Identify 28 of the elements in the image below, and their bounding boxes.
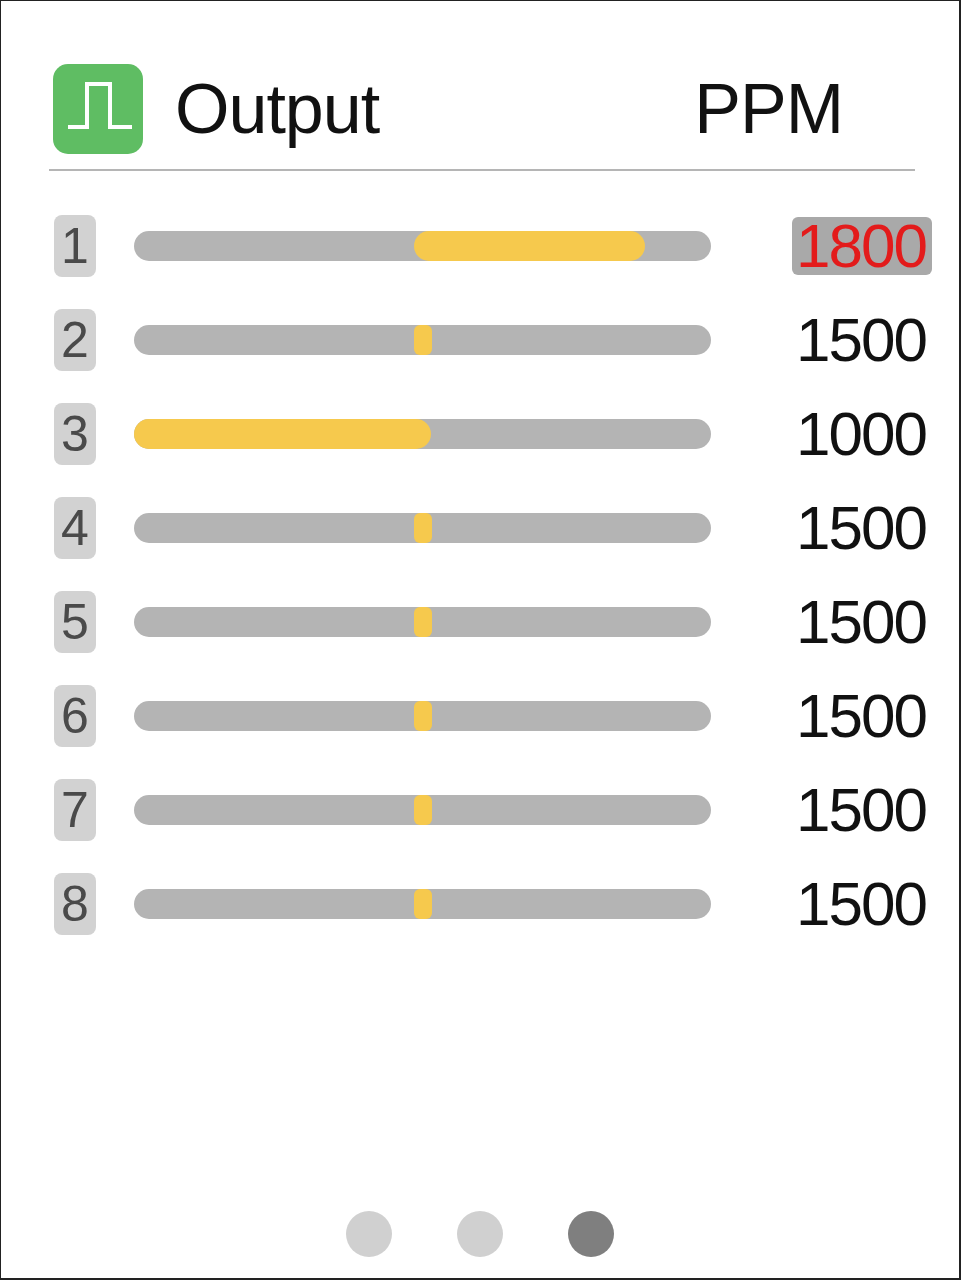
page-indicator-dot[interactable] [568, 1211, 614, 1257]
slider-track[interactable] [134, 607, 711, 637]
channel-value[interactable]: 1000 [792, 405, 932, 463]
slider-track[interactable] [134, 231, 711, 261]
channel-number: 5 [54, 591, 96, 653]
slider-track[interactable] [134, 795, 711, 825]
pulse-wave-icon [53, 63, 143, 154]
channel-number: 4 [54, 497, 96, 559]
channel-value[interactable]: 1500 [792, 311, 932, 369]
channel-number: 3 [54, 403, 96, 465]
channel-value[interactable]: 1500 [792, 499, 932, 557]
slider-track[interactable] [134, 701, 711, 731]
slider-track[interactable] [134, 889, 711, 919]
slider-track[interactable] [134, 419, 711, 449]
channel-number: 7 [54, 779, 96, 841]
channel-value[interactable]: 1500 [792, 875, 932, 933]
channel-value[interactable]: 1500 [792, 687, 932, 745]
unit-label: PPM [694, 73, 843, 144]
channel-value[interactable]: 1500 [792, 593, 932, 651]
channel-number: 6 [54, 685, 96, 747]
channel-number: 1 [54, 215, 96, 277]
slider-track[interactable] [134, 513, 711, 543]
channel-number: 8 [54, 873, 96, 935]
slider-track[interactable] [134, 325, 711, 355]
channel-value[interactable]: 1500 [792, 781, 932, 839]
page-indicator-dot[interactable] [346, 1211, 392, 1257]
page-indicator-dot[interactable] [457, 1211, 503, 1257]
channel-number: 2 [54, 309, 96, 371]
